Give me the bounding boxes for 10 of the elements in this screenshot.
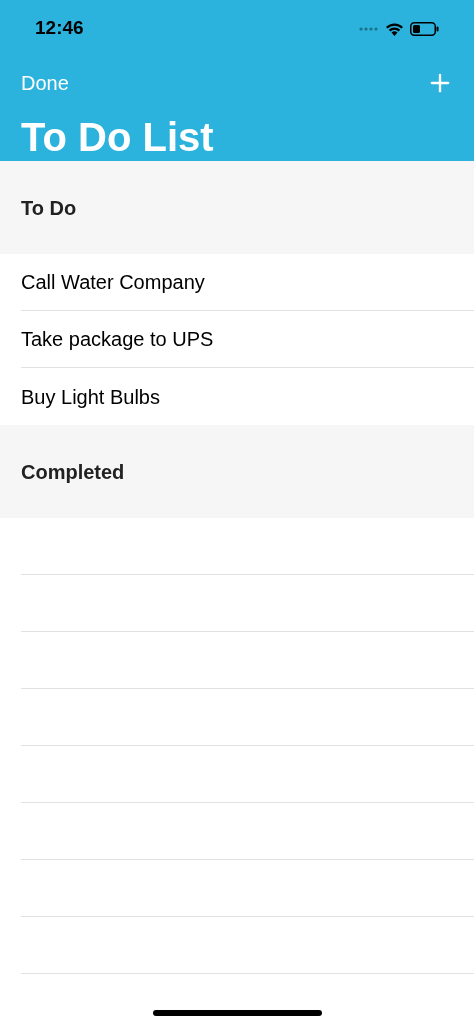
battery-icon	[410, 21, 439, 36]
list-row[interactable]: Take package to UPS	[21, 311, 474, 368]
signal-icon	[359, 26, 379, 31]
page-title: To Do List	[21, 115, 214, 159]
section-title: To Do	[21, 195, 77, 221]
wifi-icon	[385, 21, 404, 36]
list-row[interactable]: Buy Light Bulbs	[21, 368, 474, 425]
list-row[interactable]: Call Water Company	[21, 254, 474, 311]
status-time: 12:46	[35, 16, 84, 41]
section-title: Completed	[21, 459, 125, 485]
